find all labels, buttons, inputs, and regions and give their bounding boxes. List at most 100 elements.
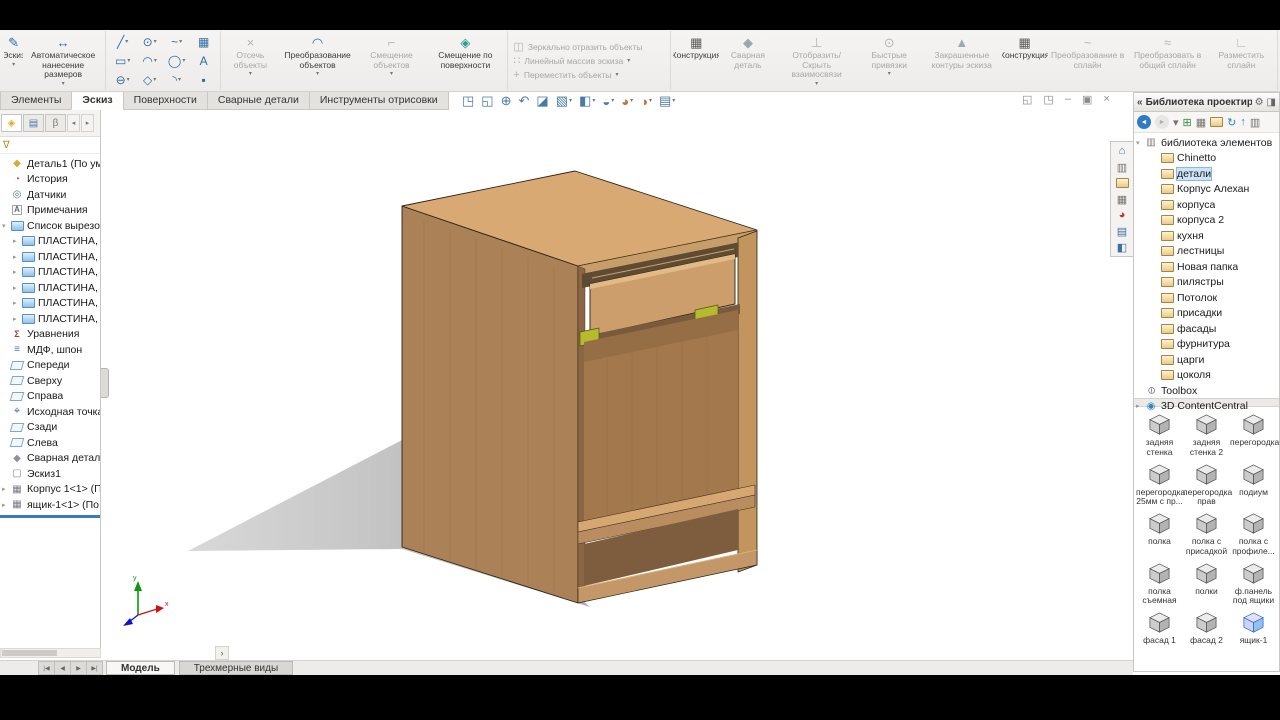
headsup-button[interactable]: ▤ ▾ — [659, 93, 675, 109]
library-thumbnail-item[interactable]: ф.панель под ящики — [1230, 561, 1277, 608]
dropdown-caret-icon[interactable]: ▾ — [127, 77, 130, 83]
dropdown-caret-icon[interactable]: ▾ — [182, 58, 185, 64]
document-tab[interactable]: Трехмерные виды — [178, 661, 294, 675]
feature-tree-item[interactable]: Сварная деталь — [0, 451, 100, 467]
ribbon-button[interactable]: Автоматическое нанесение размеров ▾ — [23, 31, 103, 89]
feature-tree-item[interactable]: Уравнения — [0, 327, 100, 343]
expand-arrow-icon[interactable]: ▾ — [1136, 139, 1144, 147]
ribbon-menu-button[interactable]: Зеркально отразить объекты — [513, 41, 665, 53]
resources-home-icon[interactable]: ⌂ — [1111, 143, 1133, 159]
last-tab-icon[interactable]: ▶| — [86, 661, 103, 675]
add-to-library-icon[interactable]: ⊞ — [1183, 116, 1192, 129]
back-icon[interactable]: ◄ — [1137, 115, 1151, 129]
dropdown-caret-icon[interactable]: ▾ — [179, 39, 182, 45]
view-palette-icon[interactable]: ▦ — [1111, 191, 1133, 207]
feature-tree-item[interactable]: Исходная точка — [0, 404, 100, 420]
dropdown-caret-icon[interactable]: ▾ — [178, 77, 181, 83]
expand-arrow-icon[interactable]: ▸ — [13, 237, 21, 245]
dropdown-caret-icon[interactable]: ▾ — [154, 39, 157, 45]
ribbon-button[interactable]: Закрашенные контуры эскиза — [922, 31, 1002, 89]
prev-tab-icon[interactable]: ◀ — [54, 661, 71, 675]
headsup-button[interactable]: ◕ ▾ — [621, 94, 633, 109]
dropdown-caret-icon[interactable]: ▾ — [672, 98, 675, 104]
headsup-button[interactable]: ◧ ▾ — [579, 93, 595, 109]
sketch-entity-button[interactable]: ⊙ ▾ — [136, 32, 163, 51]
library-tree-item[interactable]: Chinetto — [1134, 151, 1279, 167]
sketch-entity-button[interactable]: ⊖ ▾ — [109, 70, 136, 89]
next-document-icon[interactable]: ◳ — [1043, 93, 1053, 106]
commandmanager-tab[interactable]: Сварные детали — [206, 92, 310, 110]
ribbon-button[interactable]: Отобразить/Скрыть взаимосвязи ▾ — [777, 31, 857, 89]
previous-document-icon[interactable]: ◱ — [1022, 93, 1032, 106]
minimize-icon[interactable]: – — [1065, 93, 1071, 106]
viewport-3d-model[interactable]: y x — [102, 110, 1133, 660]
expand-arrow-icon[interactable]: ▸ — [13, 315, 21, 323]
library-thumbnail-item[interactable]: перегородка прав — [1183, 462, 1232, 509]
sketch-entity-button[interactable]: ▪ — [190, 70, 217, 89]
library-tree-item[interactable]: корпуса 2 — [1134, 213, 1279, 229]
feature-tree-item[interactable]: ▾ Список вырезов(11) — [0, 218, 100, 234]
dropdown-caret-icon[interactable]: ▾ — [888, 71, 891, 77]
first-tab-icon[interactable]: |◀ — [38, 661, 55, 675]
dropdown-caret-icon[interactable]: ▾ — [12, 62, 15, 68]
feature-tree-item[interactable]: ▸ ПЛАСТИНА, 17 x — [0, 249, 100, 265]
library-thumbnail-item[interactable]: фасад 1 — [1136, 610, 1183, 647]
library-tree-item[interactable]: Toolbox — [1134, 383, 1279, 399]
library-tree-item[interactable]: царги — [1134, 352, 1279, 368]
headsup-button[interactable]: ↶ — [519, 93, 530, 109]
library-tree-item[interactable]: детали — [1134, 166, 1279, 182]
custom-properties-icon[interactable]: ▤ — [1111, 223, 1133, 239]
headsup-button[interactable]: ⊕ — [501, 93, 512, 109]
feature-tree-item[interactable]: ▸ ПЛАСТИНА, 17 x — [0, 234, 100, 250]
dropdown-caret-icon[interactable]: ▾ — [627, 58, 630, 64]
library-tree-item[interactable]: ▾ библиотека элементов — [1134, 135, 1279, 151]
scroll-right-button[interactable]: › — [215, 646, 229, 660]
expand-arrow-icon[interactable]: ▸ — [13, 299, 21, 307]
refresh-icon[interactable]: ↻ — [1227, 116, 1236, 129]
library-thumbnail-item[interactable]: перегородка 25мм с пр... — [1136, 462, 1185, 509]
dropdown-caret-icon[interactable]: ▾ — [154, 58, 157, 64]
ribbon-button[interactable]: Преобразование объектов ▾ — [278, 31, 358, 89]
ribbon-button[interactable]: Быстрые привязки ▾ — [857, 31, 922, 89]
feature-tree-item[interactable]: ▸ ПЛАСТИНА, 40 x — [0, 311, 100, 327]
tree-filter-bar[interactable]: ∇ — [0, 137, 100, 154]
library-tree-item[interactable]: фасады — [1134, 321, 1279, 337]
expand-arrow-icon[interactable]: ▸ — [2, 485, 10, 493]
feature-tree-item[interactable]: История — [0, 172, 100, 188]
dropdown-caret-icon[interactable]: ▾ — [127, 58, 130, 64]
move-up-icon[interactable]: ↑ — [1240, 116, 1246, 128]
tabs-scroll-right-icon[interactable]: ▸ — [81, 114, 94, 132]
sketch-entity-button[interactable]: ▭ ▾ — [109, 51, 136, 70]
create-folder-icon[interactable]: ▥ — [1250, 116, 1260, 129]
library-thumbnail-item[interactable]: полка съемная — [1136, 561, 1183, 608]
library-tree-item[interactable]: присадки — [1134, 306, 1279, 322]
ribbon-button[interactable]: Смещение по поверхности — [425, 31, 505, 89]
library-thumbnail-item[interactable]: фасад 2 — [1183, 610, 1230, 647]
commandmanager-tab[interactable]: Эскиз — [71, 92, 124, 110]
dropdown-caret-icon[interactable]: ▾ — [611, 98, 614, 104]
sketch-entity-button[interactable]: ◝ ▾ — [163, 70, 190, 89]
dropdown-caret-icon[interactable]: ▾ — [630, 98, 633, 104]
rollback-bar[interactable] — [0, 514, 100, 518]
ribbon-menu-button[interactable]: Линейный массив эскиза ▾ — [513, 55, 665, 67]
propertymanager-tab-icon[interactable]: ▤ — [23, 114, 44, 132]
commandmanager-tab[interactable]: Элементы — [0, 92, 73, 110]
forum-icon[interactable]: ◧ — [1111, 239, 1133, 255]
expand-arrow-icon[interactable]: ▸ — [1136, 402, 1144, 410]
library-tree-item[interactable]: фурнитура — [1134, 337, 1279, 353]
collapse-chevron-icon[interactable]: « — [1137, 97, 1143, 108]
headsup-button[interactable]: ▧ ▾ — [556, 93, 572, 109]
headsup-button[interactable]: ◪ — [536, 93, 548, 109]
expand-arrow-icon[interactable]: ▸ — [13, 284, 21, 292]
library-thumbnail-item[interactable]: ящик-1 — [1230, 610, 1277, 647]
ribbon-button[interactable]: Конструкция — [1002, 31, 1048, 89]
library-tree-item[interactable]: Потолок — [1134, 290, 1279, 306]
library-tree-item[interactable]: Корпус Алехан — [1134, 182, 1279, 198]
feature-tree-item[interactable]: Спереди — [0, 358, 100, 374]
ribbon-menu-button[interactable]: Переместить объекты ▾ — [513, 69, 665, 81]
ribbon-button[interactable]: Эскиз ▾ — [4, 31, 23, 89]
dropdown-caret-icon[interactable]: ▾ — [316, 71, 319, 77]
open-folder-icon[interactable] — [1210, 117, 1223, 127]
feature-tree-item[interactable]: Деталь1 (По умолчанию — [0, 156, 100, 172]
dropdown-caret-icon[interactable]: ▾ — [62, 81, 65, 87]
